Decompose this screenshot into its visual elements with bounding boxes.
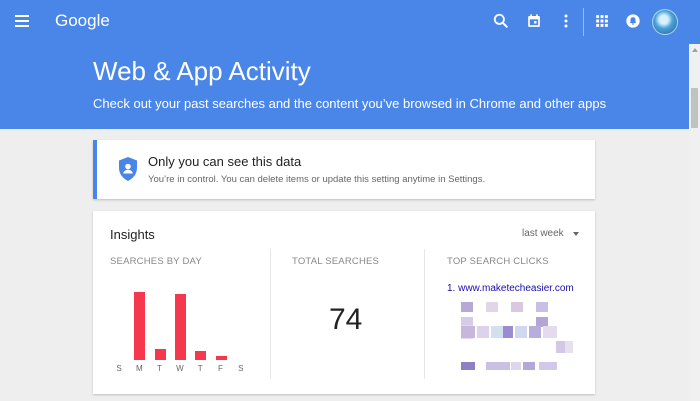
redacted-block bbox=[461, 302, 473, 312]
chart-bar bbox=[134, 292, 146, 360]
top-click-link-1[interactable]: 1. www.maketecheasier.com bbox=[447, 283, 574, 294]
redacted-block bbox=[461, 326, 475, 338]
redacted-block bbox=[461, 362, 475, 370]
chart-day-label: S bbox=[238, 364, 244, 373]
privacy-title: Only you can see this data bbox=[148, 154, 302, 169]
redacted-block bbox=[523, 362, 535, 370]
privacy-text: You’re in control. You can delete items … bbox=[148, 174, 486, 185]
more-vert-icon[interactable] bbox=[556, 11, 576, 31]
avatar[interactable] bbox=[652, 9, 678, 35]
total-searches-value: 74 bbox=[329, 303, 363, 336]
top-search-clicks-label: TOP SEARCH CLICKS bbox=[447, 256, 549, 267]
scroll-up-arrow-icon[interactable] bbox=[692, 48, 698, 52]
header: Google Web & App Activity Check out your… bbox=[0, 0, 700, 129]
google-logo[interactable]: Google bbox=[55, 11, 110, 31]
calendar-icon[interactable] bbox=[524, 11, 544, 31]
total-searches-label: TOTAL SEARCHES bbox=[292, 256, 380, 267]
apps-grid-icon[interactable] bbox=[592, 11, 612, 31]
page-title: Web & App Activity bbox=[93, 56, 311, 86]
chart-day-label: M bbox=[135, 364, 143, 373]
redacted-block bbox=[477, 326, 489, 338]
redacted-block bbox=[491, 326, 503, 338]
searches-by-day-label: SEARCHES BY DAY bbox=[110, 256, 202, 267]
chart-day-label: S bbox=[116, 364, 122, 373]
redacted-block bbox=[539, 362, 557, 370]
redacted-block bbox=[543, 326, 557, 338]
notifications-icon[interactable] bbox=[623, 11, 643, 31]
redacted-block bbox=[486, 362, 510, 370]
redacted-block bbox=[529, 326, 541, 338]
insights-card: Insights last week SEARCHES BY DAY TOTAL… bbox=[93, 211, 595, 394]
privacy-card: Only you can see this data You’re in con… bbox=[93, 140, 595, 199]
redacted-block bbox=[486, 302, 498, 312]
redacted-block bbox=[503, 326, 513, 338]
insights-title: Insights bbox=[110, 227, 155, 242]
section-divider bbox=[270, 249, 271, 379]
redacted-block bbox=[536, 302, 548, 312]
chevron-down-icon[interactable] bbox=[573, 232, 579, 236]
menu-icon[interactable] bbox=[15, 15, 29, 27]
top-bar: Google bbox=[0, 0, 700, 44]
redacted-block bbox=[511, 302, 523, 312]
redacted-block bbox=[511, 362, 521, 370]
search-icon[interactable] bbox=[491, 11, 511, 31]
chart-bar bbox=[195, 351, 207, 360]
chart-day-label: F bbox=[218, 364, 223, 373]
chart-day-label: T bbox=[197, 364, 203, 373]
redacted-block bbox=[565, 341, 573, 353]
page-subtitle: Check out your past searches and the con… bbox=[93, 96, 607, 111]
chart-bar bbox=[154, 349, 166, 360]
shield-icon bbox=[117, 156, 139, 182]
redacted-block bbox=[515, 326, 527, 338]
toolbar-divider bbox=[583, 8, 584, 36]
scroll-thumb[interactable] bbox=[691, 88, 698, 128]
chart-day-label: T bbox=[157, 364, 163, 373]
chart-bar bbox=[174, 294, 186, 360]
chart-bar bbox=[215, 356, 227, 360]
section-divider bbox=[424, 249, 425, 379]
date-range-select[interactable]: last week bbox=[522, 228, 564, 239]
chart-day-label: W bbox=[176, 364, 184, 373]
